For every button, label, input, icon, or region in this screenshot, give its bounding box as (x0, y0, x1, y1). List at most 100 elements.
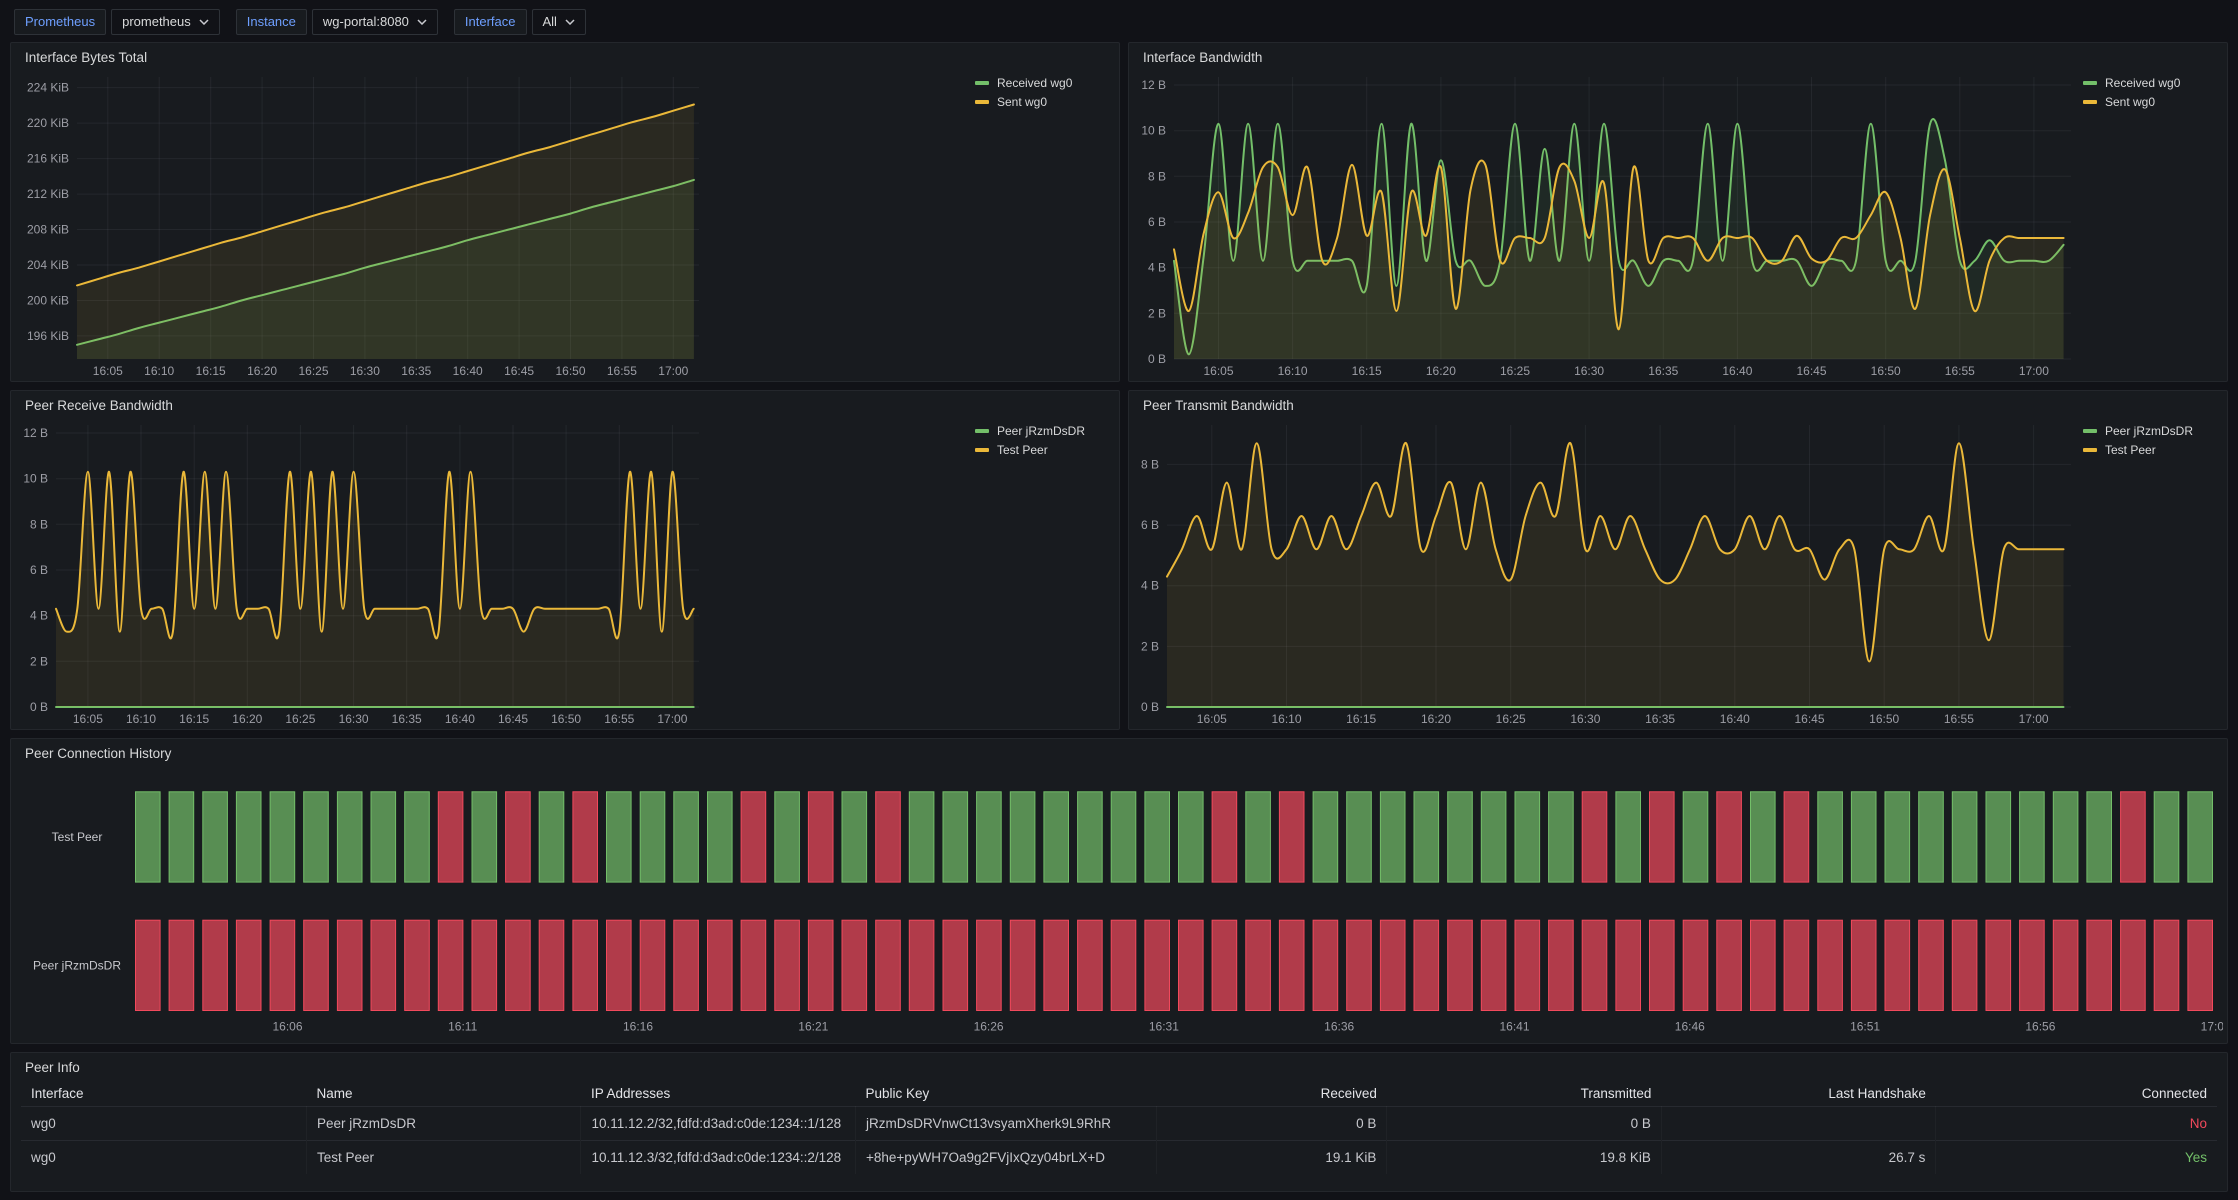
status-bar-disconnected[interactable] (438, 920, 463, 1010)
status-bar-disconnected[interactable] (2154, 920, 2179, 1010)
status-bar-connected[interactable] (1919, 792, 1944, 882)
column-header-name[interactable]: Name (306, 1081, 581, 1107)
status-bar-disconnected[interactable] (708, 920, 733, 1010)
status-bar-disconnected[interactable] (169, 920, 194, 1010)
status-bar-disconnected[interactable] (2188, 920, 2213, 1010)
status-bar-disconnected[interactable] (640, 920, 665, 1010)
status-bar-connected[interactable] (472, 792, 497, 882)
panel-title-interface-bytes-total[interactable]: Interface Bytes Total (11, 43, 1119, 71)
status-bar-disconnected[interactable] (1784, 792, 1809, 882)
status-bar-connected[interactable] (943, 792, 968, 882)
peer-connection-history-chart[interactable]: Test PeerPeer jRzmDsDR16:0616:1116:1616:… (13, 767, 2223, 1043)
interface-bytes-total-chart[interactable]: 196 KiB200 KiB204 KiB208 KiB212 KiB216 K… (13, 71, 705, 381)
status-bar-connected[interactable] (1549, 792, 1574, 882)
status-bar-disconnected[interactable] (876, 920, 901, 1010)
status-bar-connected[interactable] (1885, 792, 1910, 882)
status-bar-connected[interactable] (1044, 792, 1069, 882)
status-bar-disconnected[interactable] (1179, 920, 1204, 1010)
variable-value-prometheus-dropdown[interactable]: prometheus (111, 9, 220, 35)
status-bar-connected[interactable] (1952, 792, 1977, 882)
column-header-interface[interactable]: Interface (21, 1081, 306, 1107)
status-bar-connected[interactable] (1078, 792, 1103, 882)
status-bar-disconnected[interactable] (1650, 792, 1675, 882)
legend-item-test-peer[interactable]: Test Peer (2083, 440, 2223, 459)
status-bar-connected[interactable] (1986, 792, 2011, 882)
status-bar-connected[interactable] (1481, 792, 1506, 882)
legend-item-sent-wg0[interactable]: Sent wg0 (975, 92, 1115, 111)
panel-title-peer-transmit-bandwidth[interactable]: Peer Transmit Bandwidth (1129, 391, 2227, 419)
status-bar-disconnected[interactable] (1347, 920, 1372, 1010)
status-bar-disconnected[interactable] (1212, 920, 1237, 1010)
panel-title-interface-bandwidth[interactable]: Interface Bandwidth (1129, 43, 2227, 71)
variable-value-interface-dropdown[interactable]: All (532, 9, 586, 35)
status-bar-disconnected[interactable] (1448, 920, 1473, 1010)
status-bar-disconnected[interactable] (1650, 920, 1675, 1010)
status-bar-connected[interactable] (1347, 792, 1372, 882)
status-bar-connected[interactable] (1010, 792, 1035, 882)
legend-item-peer-jrzmdsdr[interactable]: Peer jRzmDsDR (975, 421, 1115, 440)
status-bar-disconnected[interactable] (1952, 920, 1977, 1010)
status-bar-disconnected[interactable] (1313, 920, 1338, 1010)
status-bar-connected[interactable] (1145, 792, 1170, 882)
status-bar-connected[interactable] (2188, 792, 2213, 882)
status-bar-disconnected[interactable] (1111, 920, 1136, 1010)
status-bar-disconnected[interactable] (1414, 920, 1439, 1010)
status-bar-connected[interactable] (405, 792, 430, 882)
status-bar-disconnected[interactable] (1212, 792, 1237, 882)
status-bar-disconnected[interactable] (1851, 920, 1876, 1010)
status-bar-connected[interactable] (371, 792, 396, 882)
status-bar-disconnected[interactable] (607, 920, 632, 1010)
status-bar-connected[interactable] (337, 792, 362, 882)
status-bar-disconnected[interactable] (1279, 920, 1304, 1010)
status-bar-connected[interactable] (708, 792, 733, 882)
status-bar-connected[interactable] (1380, 792, 1405, 882)
status-bar-disconnected[interactable] (337, 920, 362, 1010)
status-bar-connected[interactable] (1414, 792, 1439, 882)
status-bar-disconnected[interactable] (405, 920, 430, 1010)
status-bar-disconnected[interactable] (539, 920, 564, 1010)
status-bar-connected[interactable] (1515, 792, 1540, 882)
status-bar-connected[interactable] (607, 792, 632, 882)
status-bar-disconnected[interactable] (977, 920, 1002, 1010)
status-bar-connected[interactable] (1179, 792, 1204, 882)
status-bar-connected[interactable] (1313, 792, 1338, 882)
status-bar-connected[interactable] (203, 792, 228, 882)
status-bar-disconnected[interactable] (136, 920, 161, 1010)
status-bar-disconnected[interactable] (1044, 920, 1069, 1010)
status-bar-disconnected[interactable] (2087, 920, 2112, 1010)
status-bar-disconnected[interactable] (2121, 792, 2146, 882)
status-bar-connected[interactable] (539, 792, 564, 882)
status-bar-connected[interactable] (1246, 792, 1271, 882)
status-bar-disconnected[interactable] (304, 920, 329, 1010)
column-header-connected[interactable]: Connected (1936, 1081, 2217, 1107)
interface-bandwidth-chart[interactable]: 0 B2 B4 B6 B8 B10 B12 B16:0516:1016:1516… (1131, 71, 2077, 381)
status-bar-disconnected[interactable] (876, 792, 901, 882)
status-bar-connected[interactable] (1111, 792, 1136, 882)
status-bar-disconnected[interactable] (1246, 920, 1271, 1010)
status-bar-connected[interactable] (775, 792, 800, 882)
status-bar-connected[interactable] (1751, 792, 1776, 882)
status-bar-disconnected[interactable] (203, 920, 228, 1010)
status-bar-disconnected[interactable] (1683, 920, 1708, 1010)
status-bar-disconnected[interactable] (2020, 920, 2045, 1010)
status-bar-connected[interactable] (2087, 792, 2112, 882)
status-bar-disconnected[interactable] (573, 792, 598, 882)
peer-receive-bandwidth-chart[interactable]: 0 B2 B4 B6 B8 B10 B12 B16:0516:1016:1516… (13, 419, 705, 729)
status-bar-disconnected[interactable] (808, 920, 833, 1010)
status-bar-connected[interactable] (304, 792, 329, 882)
panel-title-peer-connection-history[interactable]: Peer Connection History (11, 739, 2227, 767)
status-bar-disconnected[interactable] (1279, 792, 1304, 882)
status-bar-disconnected[interactable] (1582, 920, 1607, 1010)
legend-item-received-wg0[interactable]: Received wg0 (975, 73, 1115, 92)
status-bar-disconnected[interactable] (1145, 920, 1170, 1010)
status-bar-disconnected[interactable] (1616, 920, 1641, 1010)
status-bar-connected[interactable] (169, 792, 194, 882)
status-bar-disconnected[interactable] (1986, 920, 2011, 1010)
status-bar-disconnected[interactable] (270, 920, 295, 1010)
status-bar-connected[interactable] (1448, 792, 1473, 882)
status-bar-disconnected[interactable] (2053, 920, 2078, 1010)
status-bar-connected[interactable] (1818, 792, 1843, 882)
status-bar-connected[interactable] (977, 792, 1002, 882)
status-bar-disconnected[interactable] (1010, 920, 1035, 1010)
status-bar-disconnected[interactable] (741, 792, 766, 882)
